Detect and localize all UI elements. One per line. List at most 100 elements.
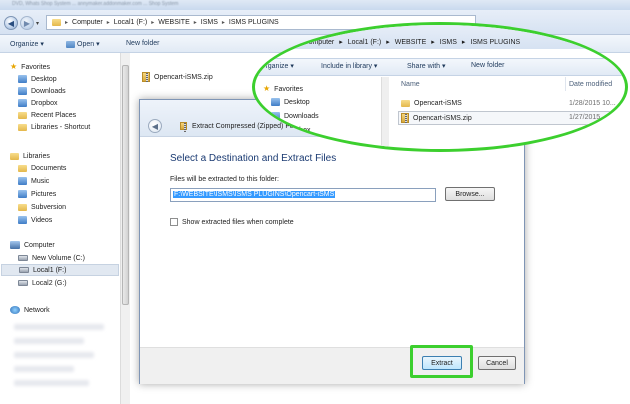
subversion-icon — [18, 203, 27, 211]
zoom-file-date: 1/28/2015 10... — [569, 100, 616, 107]
scrollbar-thumb[interactable] — [122, 65, 129, 305]
show-files-checkbox-row[interactable]: Show extracted files when complete — [170, 218, 294, 226]
chevron-down-icon: ▾ — [96, 41, 100, 48]
nav-item-downloads[interactable]: Downloads — [18, 85, 66, 97]
star-icon: ★ — [10, 62, 18, 71]
redacted-item — [14, 352, 94, 358]
chevron-right-icon: ▸ — [221, 20, 225, 26]
chevron-right-icon: ▸ — [339, 39, 343, 46]
nav-network-header[interactable]: Network — [10, 304, 50, 316]
nav-item-libraries-shortcut[interactable]: Libraries - Shortcut — [18, 121, 90, 133]
window-title-bar: DVD, Whats Shop System ... annymaker.add… — [0, 0, 630, 10]
destination-path-input[interactable]: F:\WEBSITE\ISMS\ISMS PLUGINS\Opencart-iS… — [170, 188, 436, 202]
computer-icon — [10, 241, 20, 249]
nav-item-recent-places[interactable]: Recent Places — [18, 109, 76, 121]
chevron-right-icon: ▸ — [461, 39, 466, 46]
zoom-nav-dropbox[interactable]: Dropbox — [271, 126, 310, 134]
nav-item-pictures[interactable]: Pictures — [18, 188, 56, 200]
music-icon — [18, 177, 27, 185]
zoom-breadcrumb-computer[interactable]: Computer — [304, 39, 335, 46]
libraries-icon — [10, 152, 19, 160]
navigation-scrollbar[interactable] — [120, 53, 130, 404]
file-item-zip[interactable]: Opencart-iSMS.zip — [142, 72, 213, 82]
zoom-file-zip[interactable]: Opencart-iSMS.zip — [401, 113, 472, 123]
recent-places-icon — [18, 111, 27, 119]
nav-label: New Volume (C:) — [32, 254, 85, 262]
history-dropdown-icon[interactable]: ▾ — [36, 20, 39, 27]
dropbox-icon — [18, 99, 27, 107]
nav-item-desktop[interactable]: Desktop — [18, 73, 57, 85]
breadcrumb-computer[interactable]: Computer — [72, 19, 103, 26]
zoom-favorites-header[interactable]: ★ Favorites — [263, 85, 303, 93]
nav-label: Local1 (F:) — [33, 266, 67, 274]
nav-item-videos[interactable]: Videos — [18, 214, 52, 226]
zoom-nav-label: Desktop — [284, 98, 310, 106]
nav-item-music[interactable]: Music — [18, 175, 49, 187]
nav-favorites-header[interactable]: ★ Favorites — [10, 61, 50, 73]
nav-label: Dropbox — [31, 99, 58, 107]
nav-item-drive-f[interactable]: Local1 (F:) — [1, 264, 119, 276]
nav-item-drive-g[interactable]: Local2 (G:) — [18, 277, 67, 289]
zoom-breadcrumb-website[interactable]: WEBSITE — [395, 39, 427, 46]
drive-icon — [18, 280, 28, 286]
nav-computer-header[interactable]: Computer — [10, 239, 55, 251]
cancel-button[interactable]: Cancel — [478, 356, 516, 370]
zoom-column-date[interactable]: Date modified — [569, 81, 612, 88]
zoom-breadcrumb-local1[interactable]: Local1 (F:) — [348, 39, 381, 46]
breadcrumb-isms[interactable]: ISMS — [201, 19, 218, 26]
nav-item-dropbox[interactable]: Dropbox — [18, 97, 57, 109]
breadcrumb-website[interactable]: WEBSITE — [158, 19, 190, 26]
zoom-file-name: Opencart-iSMS.zip — [413, 114, 472, 122]
dialog-back-button[interactable]: ◀ — [148, 119, 162, 133]
back-button[interactable]: ◀ — [4, 16, 18, 30]
zoom-favorites-label: Favorites — [274, 85, 303, 93]
nav-label: Favorites — [21, 63, 50, 71]
show-files-checkbox[interactable] — [170, 218, 178, 226]
nav-label: Computer — [24, 241, 55, 249]
browse-button[interactable]: Browse... — [445, 187, 495, 201]
redacted-item — [14, 338, 84, 344]
nav-item-documents[interactable]: Documents — [18, 162, 66, 174]
chevron-right-icon: ▸ — [295, 39, 299, 46]
zoom-breadcrumb[interactable]: ▸ Computer ▸ Local1 (F:) ▸ WEBSITE ▸ ISM… — [295, 38, 520, 47]
breadcrumb-local1[interactable]: Local1 (F:) — [114, 19, 147, 26]
extract-highlight — [410, 345, 473, 378]
nav-libraries-header[interactable]: Libraries — [10, 150, 50, 162]
zoom-breadcrumb-isms-plugins[interactable]: ISMS PLUGINS — [470, 39, 520, 46]
zoom-organize-button[interactable]: Organize ▾ — [260, 62, 294, 70]
open-button[interactable]: Open ▾ — [66, 40, 100, 48]
downloads-icon — [271, 112, 280, 120]
open-label: Open — [77, 40, 95, 48]
zoom-nav-scrollbar[interactable] — [381, 77, 389, 149]
zoom-new-folder-button[interactable]: New folder — [471, 62, 504, 69]
zoom-organize-label: Organize — [260, 63, 289, 70]
chevron-right-icon: ▸ — [193, 20, 197, 26]
videos-icon — [18, 216, 27, 224]
zoom-column-name[interactable]: Name — [401, 81, 420, 88]
redacted-item — [14, 324, 104, 330]
nav-item-drive-c[interactable]: New Volume (C:) — [18, 252, 85, 264]
drive-icon — [19, 267, 29, 273]
zoom-breadcrumb-isms[interactable]: ISMS — [440, 39, 457, 46]
chevron-right-icon: ▸ — [151, 20, 155, 26]
forward-button[interactable]: ▶ — [20, 16, 34, 30]
zoom-include-library-button[interactable]: Include in library ▾ — [321, 62, 377, 70]
navigation-pane: ★ Favorites Desktop Downloads Dropbox Re… — [0, 53, 120, 404]
desktop-icon — [271, 98, 280, 106]
nav-label: Music — [31, 177, 50, 185]
zoom-nav-desktop[interactable]: Desktop — [271, 98, 310, 106]
nav-label: Subversion — [31, 203, 67, 211]
nav-label: Recent Places — [31, 111, 77, 119]
folder-icon — [52, 19, 61, 26]
dialog-heading: Select a Destination and Extract Files — [170, 153, 337, 164]
organize-button[interactable]: Organize ▾ — [10, 40, 44, 49]
nav-item-subversion[interactable]: Subversion — [18, 201, 66, 213]
new-folder-button[interactable]: New folder — [126, 40, 159, 47]
zoom-nav-downloads[interactable]: Downloads — [271, 112, 319, 120]
zoom-file-folder[interactable]: Opencart-iSMS — [401, 100, 462, 107]
zoom-share-with-button[interactable]: Share with ▾ — [407, 62, 446, 70]
drive-icon — [18, 255, 28, 261]
chevron-right-icon: ▸ — [106, 20, 110, 26]
chevron-right-icon: ▸ — [431, 39, 435, 46]
chevron-right-icon: ▸ — [386, 39, 390, 46]
